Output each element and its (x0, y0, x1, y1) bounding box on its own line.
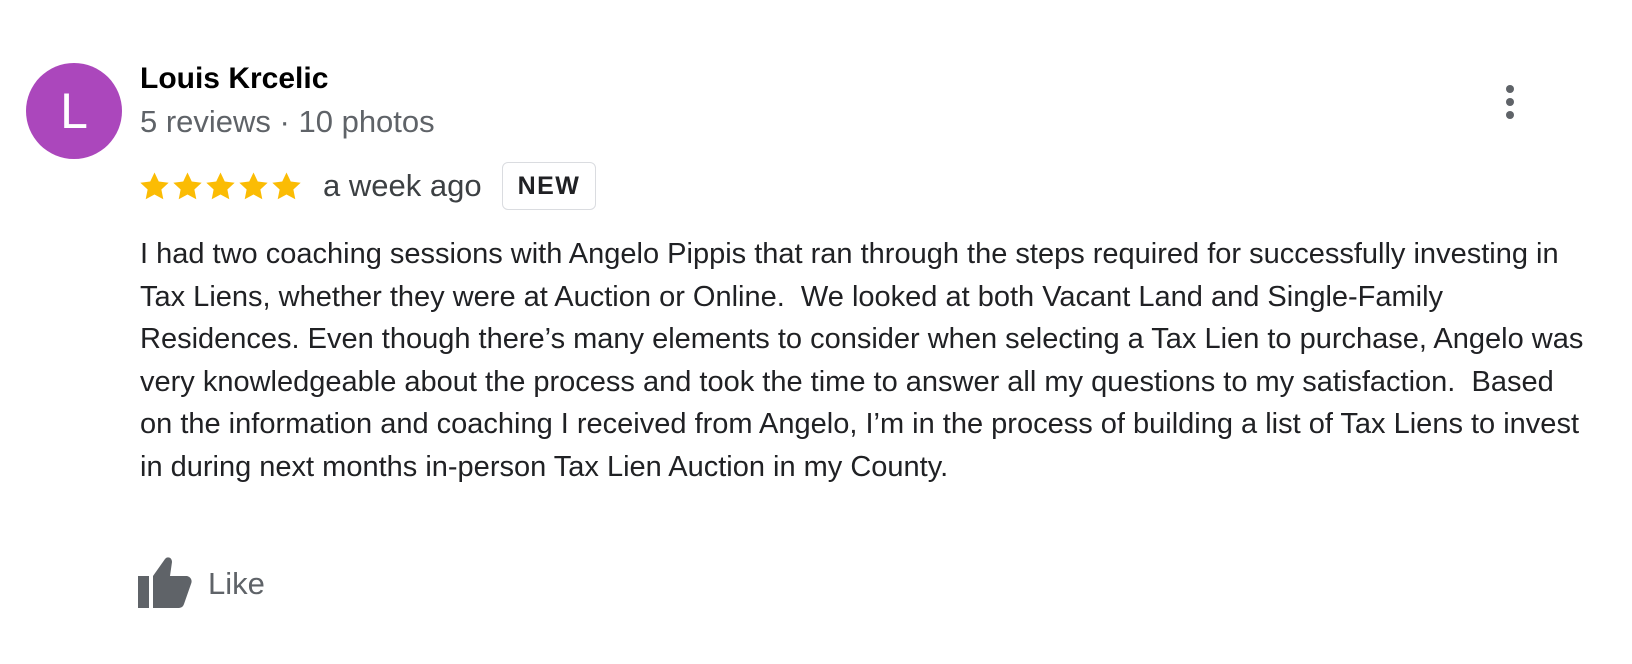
like-label: Like (208, 566, 265, 601)
star-icon (206, 171, 235, 199)
review-text: I had two coaching sessions with Angelo … (140, 238, 1592, 483)
thumbs-up-icon (138, 557, 192, 608)
star-rating (138, 162, 303, 210)
star-icon (173, 171, 202, 199)
star-icon (140, 171, 169, 199)
star-icon (239, 171, 268, 199)
reviewer-name[interactable]: Louis Krcelic (140, 62, 328, 96)
like-button[interactable]: Like (138, 556, 265, 612)
review-date: a week ago (323, 168, 482, 203)
avatar-initial: L (60, 83, 88, 139)
rating-row: a week ago NEW (138, 162, 597, 210)
review-card: L Louis Krcelic 5 reviews · 10 photos a … (0, 0, 1632, 664)
reviewer-avatar[interactable]: L (26, 63, 122, 159)
more-vert-icon (1506, 85, 1514, 119)
reviewer-stats: 5 reviews · 10 photos (140, 104, 435, 139)
more-options-button[interactable] (1488, 80, 1532, 124)
star-icon (272, 171, 301, 199)
new-badge: NEW (501, 162, 597, 210)
